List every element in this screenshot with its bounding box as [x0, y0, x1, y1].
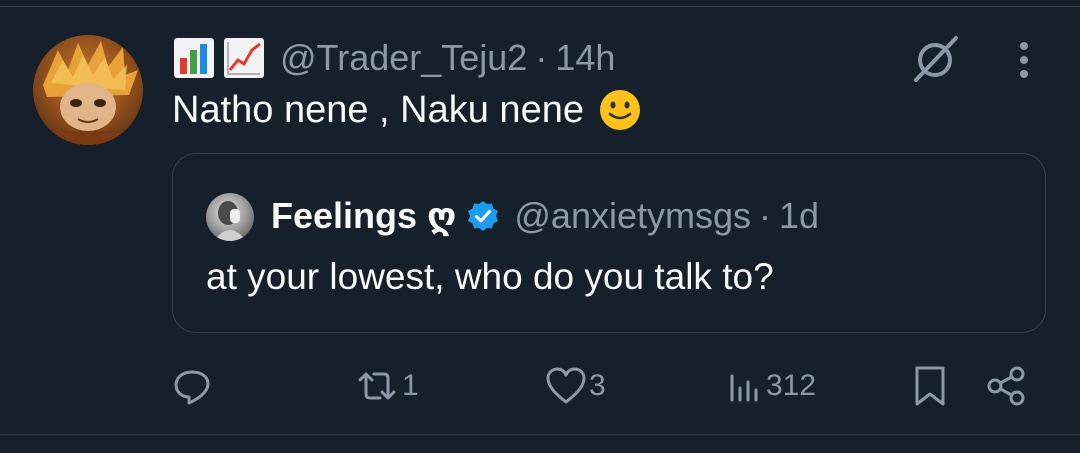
quoted-tweet-card[interactable]: Feelings ღ @anxietymsgs · 1d at your low… [172, 153, 1046, 333]
reply-icon [172, 366, 212, 406]
quoted-tweet-text: at your lowest, who do you talk to? [206, 256, 774, 297]
heart-icon [545, 366, 587, 406]
views-count: 312 [766, 369, 817, 402]
quoted-tweet-timestamp[interactable]: 1d [779, 195, 819, 237]
views-bar-chart-icon [726, 366, 764, 406]
quoted-author-avatar[interactable] [206, 193, 254, 241]
like-button[interactable]: 3 [545, 364, 606, 408]
quoted-author-handle[interactable]: @anxietymsgs [514, 195, 751, 237]
quoted-author-name[interactable]: Feelings ღ [271, 195, 456, 237]
bookmark-icon [910, 364, 950, 408]
share-button[interactable] [984, 364, 1028, 408]
share-icon [984, 364, 1028, 408]
grok-icon[interactable] [906, 30, 964, 88]
reply-button[interactable] [172, 364, 214, 408]
retweet-count: 1 [402, 369, 419, 402]
author-avatar[interactable] [33, 35, 143, 145]
bar-chart-icon [172, 36, 216, 80]
tweet-header: @Trader_Teju2 · 14h [172, 34, 615, 82]
tweet-text: Natho nene , Naku nene [172, 88, 584, 131]
tweet-body: Natho nene , Naku nene [172, 88, 642, 132]
tweet-timestamp[interactable]: 14h [555, 37, 615, 79]
more-options-icon[interactable] [1004, 36, 1044, 84]
top-divider [0, 6, 1080, 7]
retweet-button[interactable]: 1 [354, 364, 419, 408]
views-button[interactable]: 312 [726, 364, 816, 408]
bookmark-button[interactable] [910, 364, 950, 408]
like-count: 3 [589, 369, 606, 402]
smiling-face-icon [598, 88, 642, 132]
verified-badge-icon [466, 199, 500, 233]
author-handle[interactable]: @Trader_Teju2 [280, 37, 527, 79]
quoted-tweet-header: Feelings ღ @anxietymsgs · 1d [271, 190, 819, 242]
retweet-icon [354, 366, 400, 406]
separator-dot: · [535, 37, 548, 78]
bottom-divider [0, 434, 1080, 435]
separator-dot: · [759, 195, 771, 236]
chart-increasing-icon [222, 36, 266, 80]
